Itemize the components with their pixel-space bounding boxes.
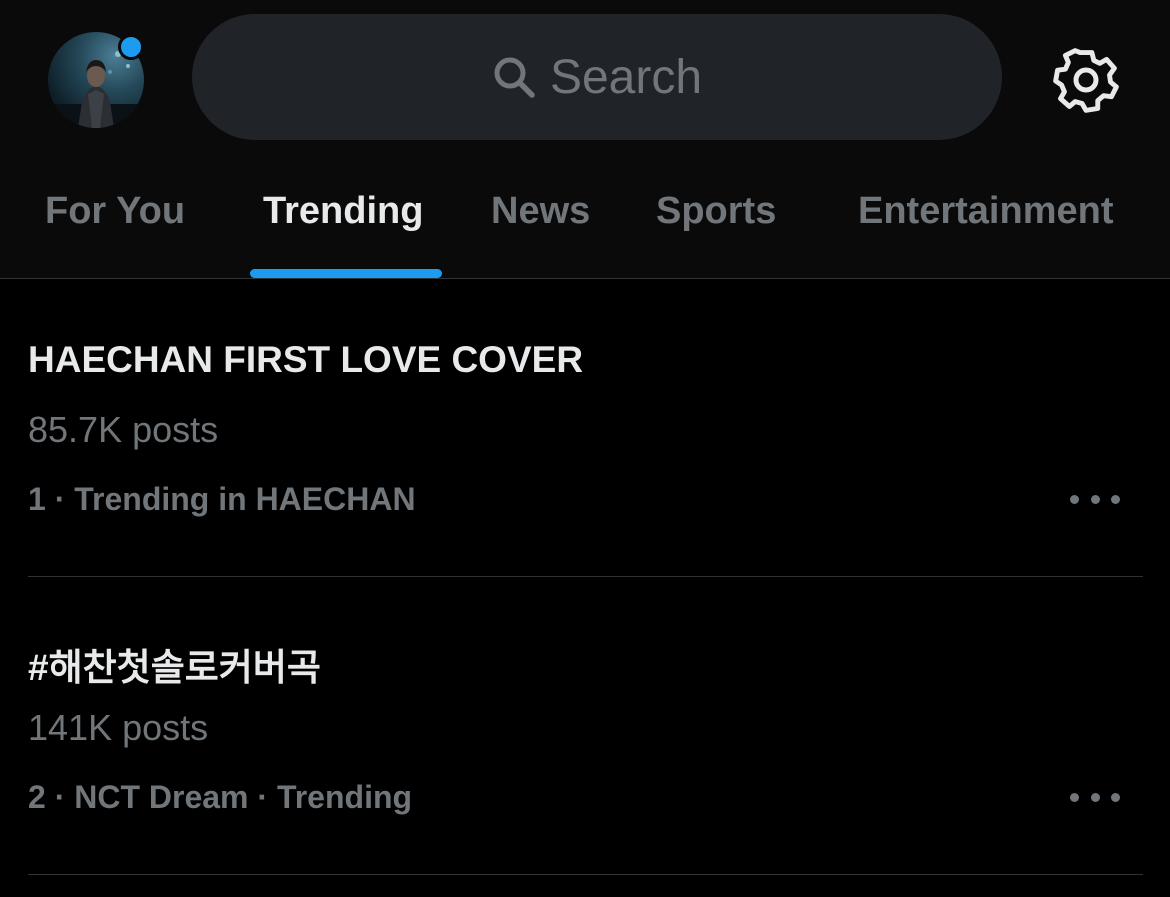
tab-trending[interactable]: Trending [263,190,423,233]
active-tab-indicator [250,269,442,278]
tab-news[interactable]: News [491,190,590,233]
trend-title: #해찬첫솔로커버곡 [28,647,321,688]
profile-avatar-button[interactable] [48,32,144,128]
search-bar[interactable]: Search [192,14,1002,140]
more-dot-icon [1111,792,1120,802]
tab-bar: For You Trending News Sports Entertainme… [0,180,1170,278]
trend-post-count: 141K posts [28,707,209,748]
divider [28,874,1143,875]
trend-item[interactable]: #해찬첫솔로커버곡 141K posts 2 · NCT Dream · Tre… [0,577,1170,874]
more-dot-icon [1111,494,1120,504]
more-dot-icon [1090,792,1100,802]
tab-sports[interactable]: Sports [656,190,776,233]
notification-dot [118,34,144,60]
trend-item[interactable]: HAECHAN FIRST LOVE COVER 85.7K posts 1 ·… [0,279,1170,576]
more-dot-icon [1090,494,1100,504]
tab-entertainment[interactable]: Entertainment [858,190,1113,233]
more-dot-icon [1070,494,1079,504]
search-placeholder: Search [549,50,703,104]
gear-icon [1053,48,1119,113]
trend-context: 1 · Trending in HAECHAN [28,481,416,517]
top-bar: Search For You Trending News Sports Ente… [0,0,1170,279]
trend-context: 2 · NCT Dream · Trending [28,779,413,815]
search-icon [492,55,536,99]
trend-post-count: 85.7K posts [28,409,219,450]
tab-for-you[interactable]: For You [45,190,185,233]
more-options-button[interactable] [1070,489,1120,509]
more-dot-icon [1070,792,1079,802]
more-options-button[interactable] [1070,787,1120,807]
settings-button[interactable] [1052,46,1120,114]
trend-title: HAECHAN FIRST LOVE COVER [28,339,584,380]
